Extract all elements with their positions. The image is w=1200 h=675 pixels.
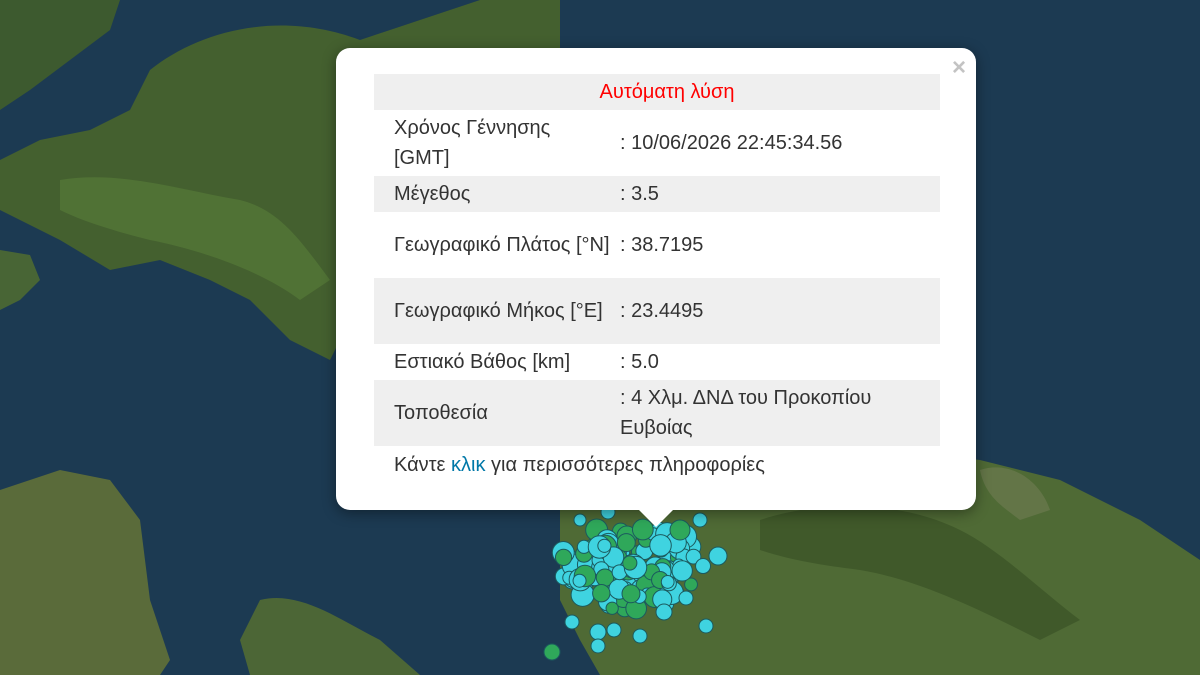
- earthquake-marker[interactable]: [589, 623, 607, 641]
- earthquake-marker[interactable]: [564, 614, 580, 630]
- earthquake-popup: × Αυτόματη λύση Χρόνος Γέννησης [GMT] : …: [336, 48, 976, 510]
- value-magnitude: : 3.5: [610, 176, 940, 212]
- row-depth: Εστιακό Βάθος [km] : 5.0: [374, 344, 940, 380]
- value-depth: : 5.0: [620, 351, 659, 373]
- earthquake-marker[interactable]: [698, 618, 714, 634]
- earthquake-marker[interactable]: [543, 643, 561, 661]
- earthquake-marker[interactable]: [695, 558, 712, 575]
- value-longitude: : 23.4495: [610, 278, 940, 344]
- row-latitude: Γεωγραφικό Πλάτος [°N] : 38.7195: [374, 212, 940, 278]
- label-origin-time: Χρόνος Γέννησης [GMT]: [394, 117, 551, 169]
- more-info-link[interactable]: κλικ: [451, 454, 485, 476]
- row-location: Τοποθεσία : 4 Χλμ. ΔΝΔ του Προκοπίου Ευβ…: [374, 380, 940, 446]
- footer-text: Κάντε κλικ για περισσότερες πληροφορίες: [394, 451, 765, 479]
- earthquake-marker[interactable]: [605, 601, 619, 615]
- earthquake-marker[interactable]: [632, 628, 648, 644]
- value-origin-time: : 10/06/2026 22:45:34.56: [620, 132, 843, 154]
- earthquake-marker[interactable]: [671, 560, 693, 582]
- earthquake-marker[interactable]: [678, 590, 694, 606]
- title-row: Αυτόματη λύση: [374, 74, 940, 110]
- earthquake-marker[interactable]: [590, 638, 606, 654]
- info-table: Αυτόματη λύση Χρόνος Γέννησης [GMT] : 10…: [374, 74, 940, 446]
- earthquake-marker[interactable]: [660, 575, 675, 589]
- value-latitude: : 38.7195: [620, 234, 704, 256]
- row-origin-time: Χρόνος Γέννησης [GMT] : 10/06/2026 22:45…: [374, 110, 940, 176]
- label-location: Τοποθεσία: [374, 380, 610, 446]
- footer-prefix: Κάντε: [394, 454, 452, 476]
- earthquake-marker[interactable]: [573, 513, 587, 527]
- footer-suffix: για περισσότερες πληροφορίες: [485, 454, 765, 476]
- value-location: : 4 Χλμ. ΔΝΔ του Προκοπίου Ευβοίας: [610, 380, 940, 446]
- earthquake-marker[interactable]: [622, 555, 638, 571]
- earthquake-marker[interactable]: [616, 533, 636, 553]
- label-depth: Εστιακό Βάθος [km]: [394, 351, 571, 373]
- earthquake-marker[interactable]: [606, 622, 622, 638]
- earthquake-marker[interactable]: [692, 512, 708, 528]
- row-longitude: Γεωγραφικό Μήκος [°E] : 23.4495: [374, 278, 940, 344]
- popup-title: Αυτόματη λύση: [374, 74, 940, 110]
- label-longitude: Γεωγραφικό Μήκος [°E]: [374, 278, 610, 344]
- row-magnitude: Μέγεθος : 3.5: [374, 176, 940, 212]
- earthquake-marker[interactable]: [621, 584, 641, 604]
- earthquake-marker[interactable]: [554, 548, 573, 566]
- earthquake-marker[interactable]: [655, 603, 673, 621]
- earthquake-marker[interactable]: [592, 584, 611, 603]
- close-icon[interactable]: ×: [952, 56, 966, 80]
- popup-tip: [638, 509, 674, 527]
- label-magnitude: Μέγεθος: [374, 176, 610, 212]
- label-latitude: Γεωγραφικό Πλάτος [°N]: [394, 234, 610, 256]
- earthquake-marker[interactable]: [708, 546, 728, 566]
- earthquake-marker[interactable]: [649, 534, 672, 557]
- earthquake-marker[interactable]: [597, 538, 612, 553]
- earthquake-marker[interactable]: [572, 573, 587, 588]
